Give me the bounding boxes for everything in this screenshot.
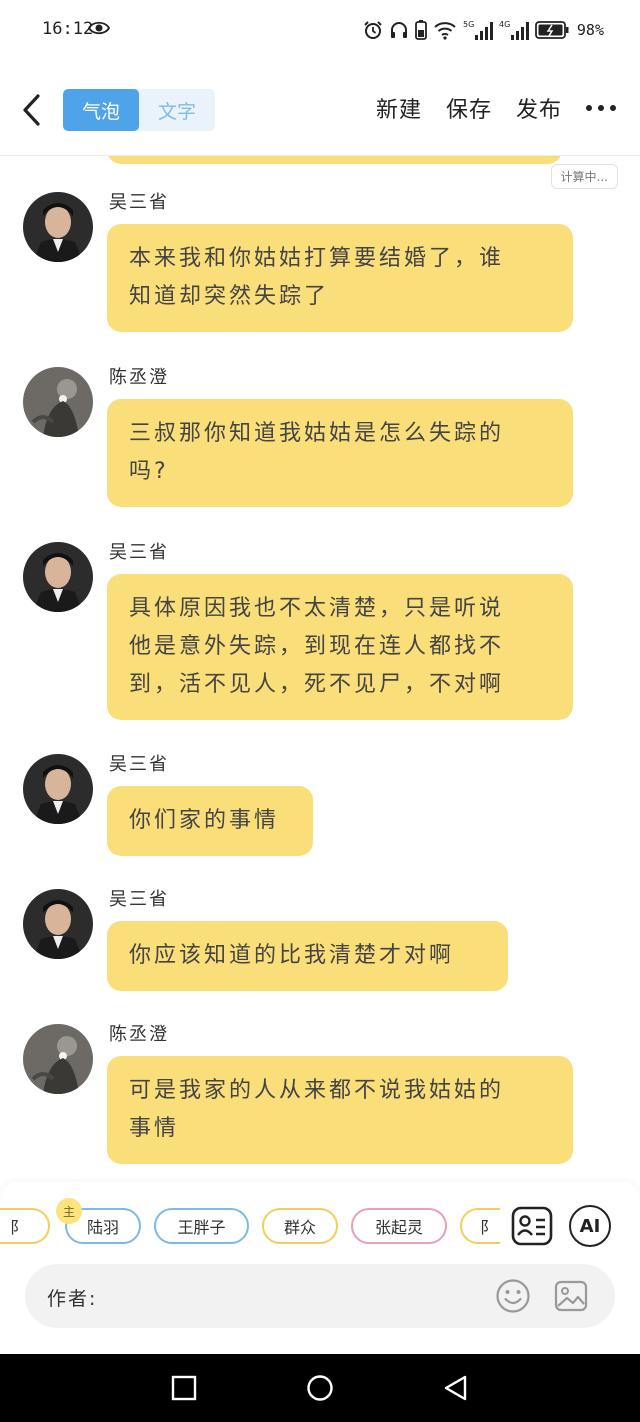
bubble-line: 他是意外失踪，到现在连人都找不 xyxy=(129,634,505,659)
sender-name: 陈丞澄 xyxy=(109,367,169,388)
chip-label: 阝 xyxy=(9,1218,26,1237)
message-bubble[interactable]: 三叔那你知道我姑姑是怎么失踪的 吗? xyxy=(107,399,573,507)
publish-button[interactable]: 发布 xyxy=(516,92,562,124)
avatar-chen[interactable] xyxy=(23,1024,93,1094)
chip-label: 群众 xyxy=(283,1218,316,1237)
avatar-wu[interactable] xyxy=(23,889,93,959)
status-bar: 16:12 5G 4G 98% xyxy=(0,0,640,62)
alarm-icon xyxy=(364,21,382,39)
owner-badge: 主 xyxy=(56,1198,82,1224)
chip-label: 王胖子 xyxy=(177,1218,226,1237)
signal-5g-icon: 5G xyxy=(463,20,493,40)
bubble-line: 你们家的事情 xyxy=(129,808,280,833)
bubble-line: 可是我家的人从来都不说我姑姑的 xyxy=(129,1078,505,1103)
headphones-icon xyxy=(390,22,407,38)
tab-bubble[interactable]: 气泡 xyxy=(63,89,139,131)
character-chip[interactable]: 王胖子 xyxy=(154,1208,249,1244)
sender-name: 吴三省 xyxy=(109,542,169,563)
chip-label: 张起灵 xyxy=(374,1218,423,1237)
character-chip[interactable]: 阝 xyxy=(460,1208,500,1244)
image-icon[interactable] xyxy=(553,1278,589,1314)
signal-4g-icon: 4G xyxy=(499,20,529,40)
character-bar: 阝 陆羽 王胖子 群众 张起灵 阝 主 AI 作者: xyxy=(0,1182,640,1354)
chip-label: 陆羽 xyxy=(86,1218,119,1237)
new-button[interactable]: 新建 xyxy=(376,92,422,124)
message-bubble[interactable]: 可是我家的人从来都不说我姑姑的 事情 xyxy=(107,1056,573,1164)
message-bubble[interactable]: 你们家的事情 xyxy=(107,786,313,856)
person-avatar-icon xyxy=(23,542,93,612)
character-card-icon[interactable] xyxy=(511,1206,553,1246)
bubble-line: 具体原因我也不太清楚，只是听说 xyxy=(129,596,505,621)
person-avatar-icon xyxy=(23,889,93,959)
calc-badge: 计算中... xyxy=(550,164,618,189)
character-chip[interactable]: 阝 xyxy=(0,1208,50,1244)
person-avatar-icon xyxy=(23,192,93,262)
status-time: 16:12 xyxy=(42,19,94,39)
save-button[interactable]: 保存 xyxy=(446,92,492,124)
wifi-icon xyxy=(434,22,456,40)
bubble-line: 到，活不见人，死不见尸，不对啊 xyxy=(129,672,505,697)
figure-avatar-icon xyxy=(23,367,93,437)
bubble-line: 你应该知道的比我清楚才对啊 xyxy=(129,943,455,968)
sender-name: 吴三省 xyxy=(109,754,169,775)
eye-icon xyxy=(88,21,110,35)
top-nav: 气泡 文字 新建 保存 发布 xyxy=(0,62,640,156)
bubble-line: 三叔那你知道我姑姑是怎么失踪的 xyxy=(129,421,505,446)
person-avatar-icon xyxy=(23,754,93,824)
sender-name: 吴三省 xyxy=(109,889,169,910)
author-input[interactable]: 作者: xyxy=(25,1264,615,1328)
status-indicators: 5G 4G 98% xyxy=(363,16,604,44)
back-triangle-icon[interactable] xyxy=(442,1374,470,1402)
figure-avatar-icon xyxy=(23,1024,93,1094)
nav-actions: 新建 保存 发布 xyxy=(352,92,616,124)
tab-text[interactable]: 文字 xyxy=(139,89,215,131)
emoji-icon[interactable] xyxy=(495,1278,531,1314)
battery-icon xyxy=(535,21,569,39)
system-nav-bar xyxy=(0,1354,640,1422)
bubble-line: 知道却突然失踪了 xyxy=(129,284,330,309)
chip-label: 阝 xyxy=(480,1218,497,1237)
battery-level: 98% xyxy=(576,21,604,39)
avatar-wu[interactable] xyxy=(23,542,93,612)
recent-apps-icon[interactable] xyxy=(170,1374,198,1402)
bubble-line: 吗? xyxy=(129,459,169,484)
character-chip[interactable]: 张起灵 xyxy=(351,1208,447,1244)
ai-label: AI xyxy=(579,1215,601,1237)
message-bubble[interactable]: 具体原因我也不太清楚，只是听说 他是意外失踪，到现在连人都找不 到，活不见人，死… xyxy=(107,574,573,720)
more-icon[interactable] xyxy=(586,104,616,112)
ai-assistant-button[interactable]: AI xyxy=(569,1205,611,1247)
bubble-line: 本来我和你姑姑打算要结婚了，谁 xyxy=(129,246,505,271)
phone-battery-icon xyxy=(415,20,427,40)
sender-name: 吴三省 xyxy=(109,192,169,213)
back-arrow-icon[interactable] xyxy=(20,92,44,128)
home-icon[interactable] xyxy=(306,1374,334,1402)
svg-text:5G: 5G xyxy=(463,20,474,29)
avatar-chen[interactable] xyxy=(23,367,93,437)
message-bubble[interactable]: 本来我和你姑姑打算要结婚了，谁 知道却突然失踪了 xyxy=(107,224,573,332)
avatar-wu[interactable] xyxy=(23,754,93,824)
message-bubble[interactable]: 你应该知道的比我清楚才对啊 xyxy=(107,921,508,991)
chat-area[interactable]: 计算中... 吴三省 本来我和你姑姑打算要结婚了，谁 知道却突然失踪了 陈丞澄 … xyxy=(0,156,640,1182)
character-chip[interactable]: 群众 xyxy=(262,1208,338,1244)
avatar-wu[interactable] xyxy=(23,192,93,262)
svg-text:4G: 4G xyxy=(499,20,510,29)
bubble-line: 事情 xyxy=(129,1116,180,1141)
sender-name: 陈丞澄 xyxy=(109,1024,169,1045)
mode-toggle: 气泡 文字 xyxy=(63,89,215,131)
author-label: 作者: xyxy=(47,1288,98,1310)
previous-bubble[interactable] xyxy=(107,156,562,164)
